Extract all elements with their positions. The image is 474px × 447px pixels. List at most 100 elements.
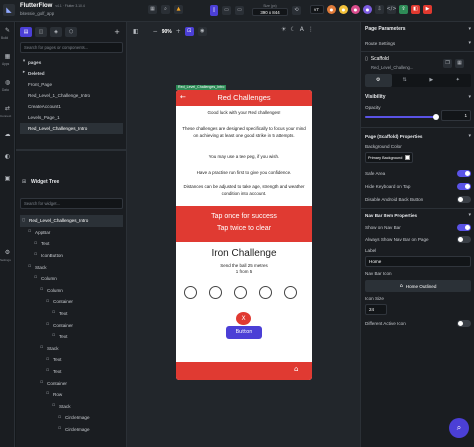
widget-tree-node[interactable]: ▫ Text <box>20 308 123 320</box>
settings-icon[interactable]: ⚙ <box>3 248 12 257</box>
code-icon[interactable]: </> <box>386 5 397 14</box>
desktop-icon[interactable]: ▭ <box>235 5 244 15</box>
label-input[interactable]: Home <box>365 256 471 267</box>
preview-mode-icon[interactable]: ◉ <box>197 27 207 36</box>
close-badge[interactable]: X <box>236 312 251 325</box>
theme-icon[interactable]: ◐ <box>3 152 12 161</box>
collab-avatar-icon[interactable]: ● <box>363 5 372 14</box>
translate-icon[interactable]: A <box>300 27 304 33</box>
widget-tree-node[interactable]: ▫ Row <box>20 389 123 401</box>
widget-tree-node[interactable]: ▫ IconButton <box>20 250 123 262</box>
widget-tree-node[interactable]: ▫ Container <box>20 319 123 331</box>
tap-banner[interactable]: Tap once for success Tap twice to clear <box>176 206 312 242</box>
collab-avatar-icon[interactable]: ● <box>351 5 360 14</box>
page-item[interactable]: CreateAccount1 <box>20 101 123 112</box>
attempt-circle[interactable] <box>184 286 197 299</box>
widget-tree-node[interactable]: ▫ Stack <box>20 261 123 273</box>
widget-tree-node[interactable]: ▫ Text <box>20 238 123 250</box>
search-icon[interactable]: ⌕ <box>161 5 170 14</box>
actions-tab-icon[interactable]: ▶ <box>418 78 445 83</box>
bg-color-picker[interactable]: Primary Background <box>365 152 413 163</box>
page-search-input[interactable]: Search for pages or components... <box>20 42 123 53</box>
database-icon[interactable]: ◍ <box>3 78 12 87</box>
dark-mode-icon[interactable]: ☾ <box>290 27 295 33</box>
animations-tab-icon[interactable]: ✦ <box>445 78 472 83</box>
safe-area-toggle[interactable] <box>457 170 471 177</box>
phone-icon[interactable]: ▯ <box>210 4 218 16</box>
zoom-out-icon[interactable]: − <box>153 28 158 35</box>
page-item[interactable]: Red_Level_1_Challenge_Intro <box>20 90 123 101</box>
folder-deleted[interactable]: ▸ Deleted <box>20 68 123 79</box>
properties-tab-icon[interactable]: ⚙ <box>365 74 392 87</box>
phone-preview[interactable]: ← Red Challenges Good luck with your Red… <box>176 90 312 380</box>
tablet-icon[interactable]: ▭ <box>222 5 231 15</box>
media-icon[interactable]: ▣ <box>3 174 12 183</box>
widget-tree-node[interactable]: ▫ Container <box>20 377 123 389</box>
attempt-circle[interactable] <box>259 286 272 299</box>
diff-active-toggle[interactable] <box>457 320 471 327</box>
test-icon[interactable]: ▶ <box>423 5 432 14</box>
panel-toggle-icon[interactable]: ◧ <box>133 28 139 35</box>
home-icon[interactable]: ⌂ <box>294 366 298 373</box>
grid-view-icon[interactable]: ▦ <box>455 59 464 68</box>
more-icon[interactable]: ⋮ <box>308 27 314 33</box>
attempt-circle[interactable] <box>209 286 222 299</box>
project-name[interactable]: bitessie_golf_app <box>20 11 85 16</box>
download-icon[interactable]: ⇩ <box>375 5 384 14</box>
page-params-header[interactable]: Page Parameters ▾ <box>365 26 471 32</box>
collab-avatar-icon[interactable]: ● <box>327 5 336 14</box>
primary-button[interactable]: Button <box>226 326 262 339</box>
rotate-icon[interactable]: ⟲ <box>292 5 301 15</box>
page-props-row[interactable]: Page (Scaffold) Properties ▾ <box>365 134 471 140</box>
page-item-selected[interactable]: Red_Level_Challenges_Intro <box>20 123 123 134</box>
grid-icon[interactable]: ▦ <box>148 5 157 14</box>
components-tab-icon[interactable]: ◫ <box>35 27 47 37</box>
widget-tree-node[interactable]: ▫ CircleImage <box>20 412 123 424</box>
warning-icon[interactable]: ▲ <box>174 5 183 14</box>
widget-search-input[interactable]: Search for widget... <box>20 198 123 209</box>
widget-tree-node[interactable]: ▫ Column <box>20 273 123 285</box>
add-page-icon[interactable]: + <box>112 27 122 37</box>
widget-tree-node[interactable]: ▯ Red_Level_Challenges_Intro <box>20 215 123 227</box>
cloud-icon[interactable]: ☁ <box>3 130 12 139</box>
nav-props-row[interactable]: Nav Bar Item Properties ▾ <box>365 213 471 219</box>
widget-tree-node[interactable]: ▫ AppBar <box>20 227 123 239</box>
app-logo[interactable]: ◣ <box>3 4 15 16</box>
storyboard-tab-icon[interactable]: ◈ <box>50 27 62 37</box>
copy-icon[interactable]: ❐ <box>443 59 452 68</box>
connect-icon[interactable]: ⇄ <box>3 104 12 113</box>
zoom-level[interactable]: 90% <box>162 29 172 35</box>
zoom-in-icon[interactable]: + <box>176 28 181 35</box>
widget-tree-node[interactable]: ▫ Stack <box>20 401 123 413</box>
widget-tree-node[interactable]: ▫ Text <box>20 331 123 343</box>
opacity-slider[interactable] <box>365 116 437 118</box>
icon-picker[interactable]: ⌂ Home Outlined <box>365 280 471 292</box>
attempt-circle[interactable] <box>234 286 247 299</box>
backend-tab-icon[interactable]: ⇅ <box>392 78 419 83</box>
page-item[interactable]: Levels_Page_1 <box>20 112 123 123</box>
attempt-circle[interactable] <box>284 286 297 299</box>
run-icon[interactable]: ◧ <box>411 5 420 14</box>
pages-tab-icon[interactable]: ▤ <box>20 27 32 37</box>
always-show-toggle[interactable] <box>457 236 471 243</box>
page-item[interactable]: Front_Page <box>20 79 123 90</box>
disable-back-toggle[interactable] <box>457 196 471 203</box>
folder-pages[interactable]: ▾ pages <box>20 57 123 68</box>
widget-tree-node[interactable]: ▫ Column <box>20 285 123 297</box>
widget-tree-node[interactable]: ▫ Stack <box>20 343 123 355</box>
build-icon[interactable]: ✎ <box>3 26 12 35</box>
size-field[interactable]: 390 x 844 <box>252 8 288 16</box>
hide-keyboard-toggle[interactable] <box>457 183 471 190</box>
widget-name[interactable]: Red_Level_Challeng... <box>371 65 413 70</box>
visibility-row[interactable]: Visibility ▾ <box>365 94 471 100</box>
widget-tree-node[interactable]: ▫ CircleImage <box>20 424 123 436</box>
widget-tree-node[interactable]: ▫ Text <box>20 354 123 366</box>
widget-tree-node[interactable]: ▫ Text <box>20 366 123 378</box>
version-select[interactable]: v7 <box>310 5 324 14</box>
collab-avatar-icon[interactable]: ● <box>339 5 348 14</box>
select-mode-icon[interactable]: ⊡ <box>184 27 194 36</box>
panel-divider[interactable] <box>16 149 127 151</box>
share-icon[interactable]: ⇪ <box>399 5 408 14</box>
icon-size-input[interactable]: 24 <box>365 304 387 315</box>
route-settings-row[interactable]: Route Settings ▾ <box>365 41 471 47</box>
